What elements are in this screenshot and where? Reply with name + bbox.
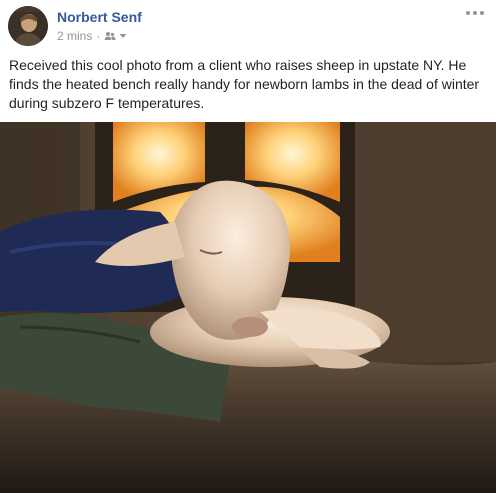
post-meta: 2 mins · (57, 29, 127, 43)
author-name[interactable]: Norbert Senf (57, 8, 142, 26)
avatar-image (8, 6, 48, 46)
meta-separator: · (96, 29, 101, 43)
author-avatar[interactable] (8, 6, 48, 46)
post-text: Received this cool photo from a client w… (9, 57, 480, 111)
post-timestamp[interactable]: 2 mins (57, 29, 92, 43)
friends-icon[interactable] (104, 31, 116, 41)
feed-post: Norbert Senf 2 mins · Received this cool… (0, 0, 496, 493)
lamb-on-heated-bench-photo (0, 122, 496, 493)
post-photo[interactable] (0, 122, 496, 493)
ellipsis-icon[interactable] (464, 6, 486, 20)
chevron-down-icon[interactable] (119, 33, 127, 39)
